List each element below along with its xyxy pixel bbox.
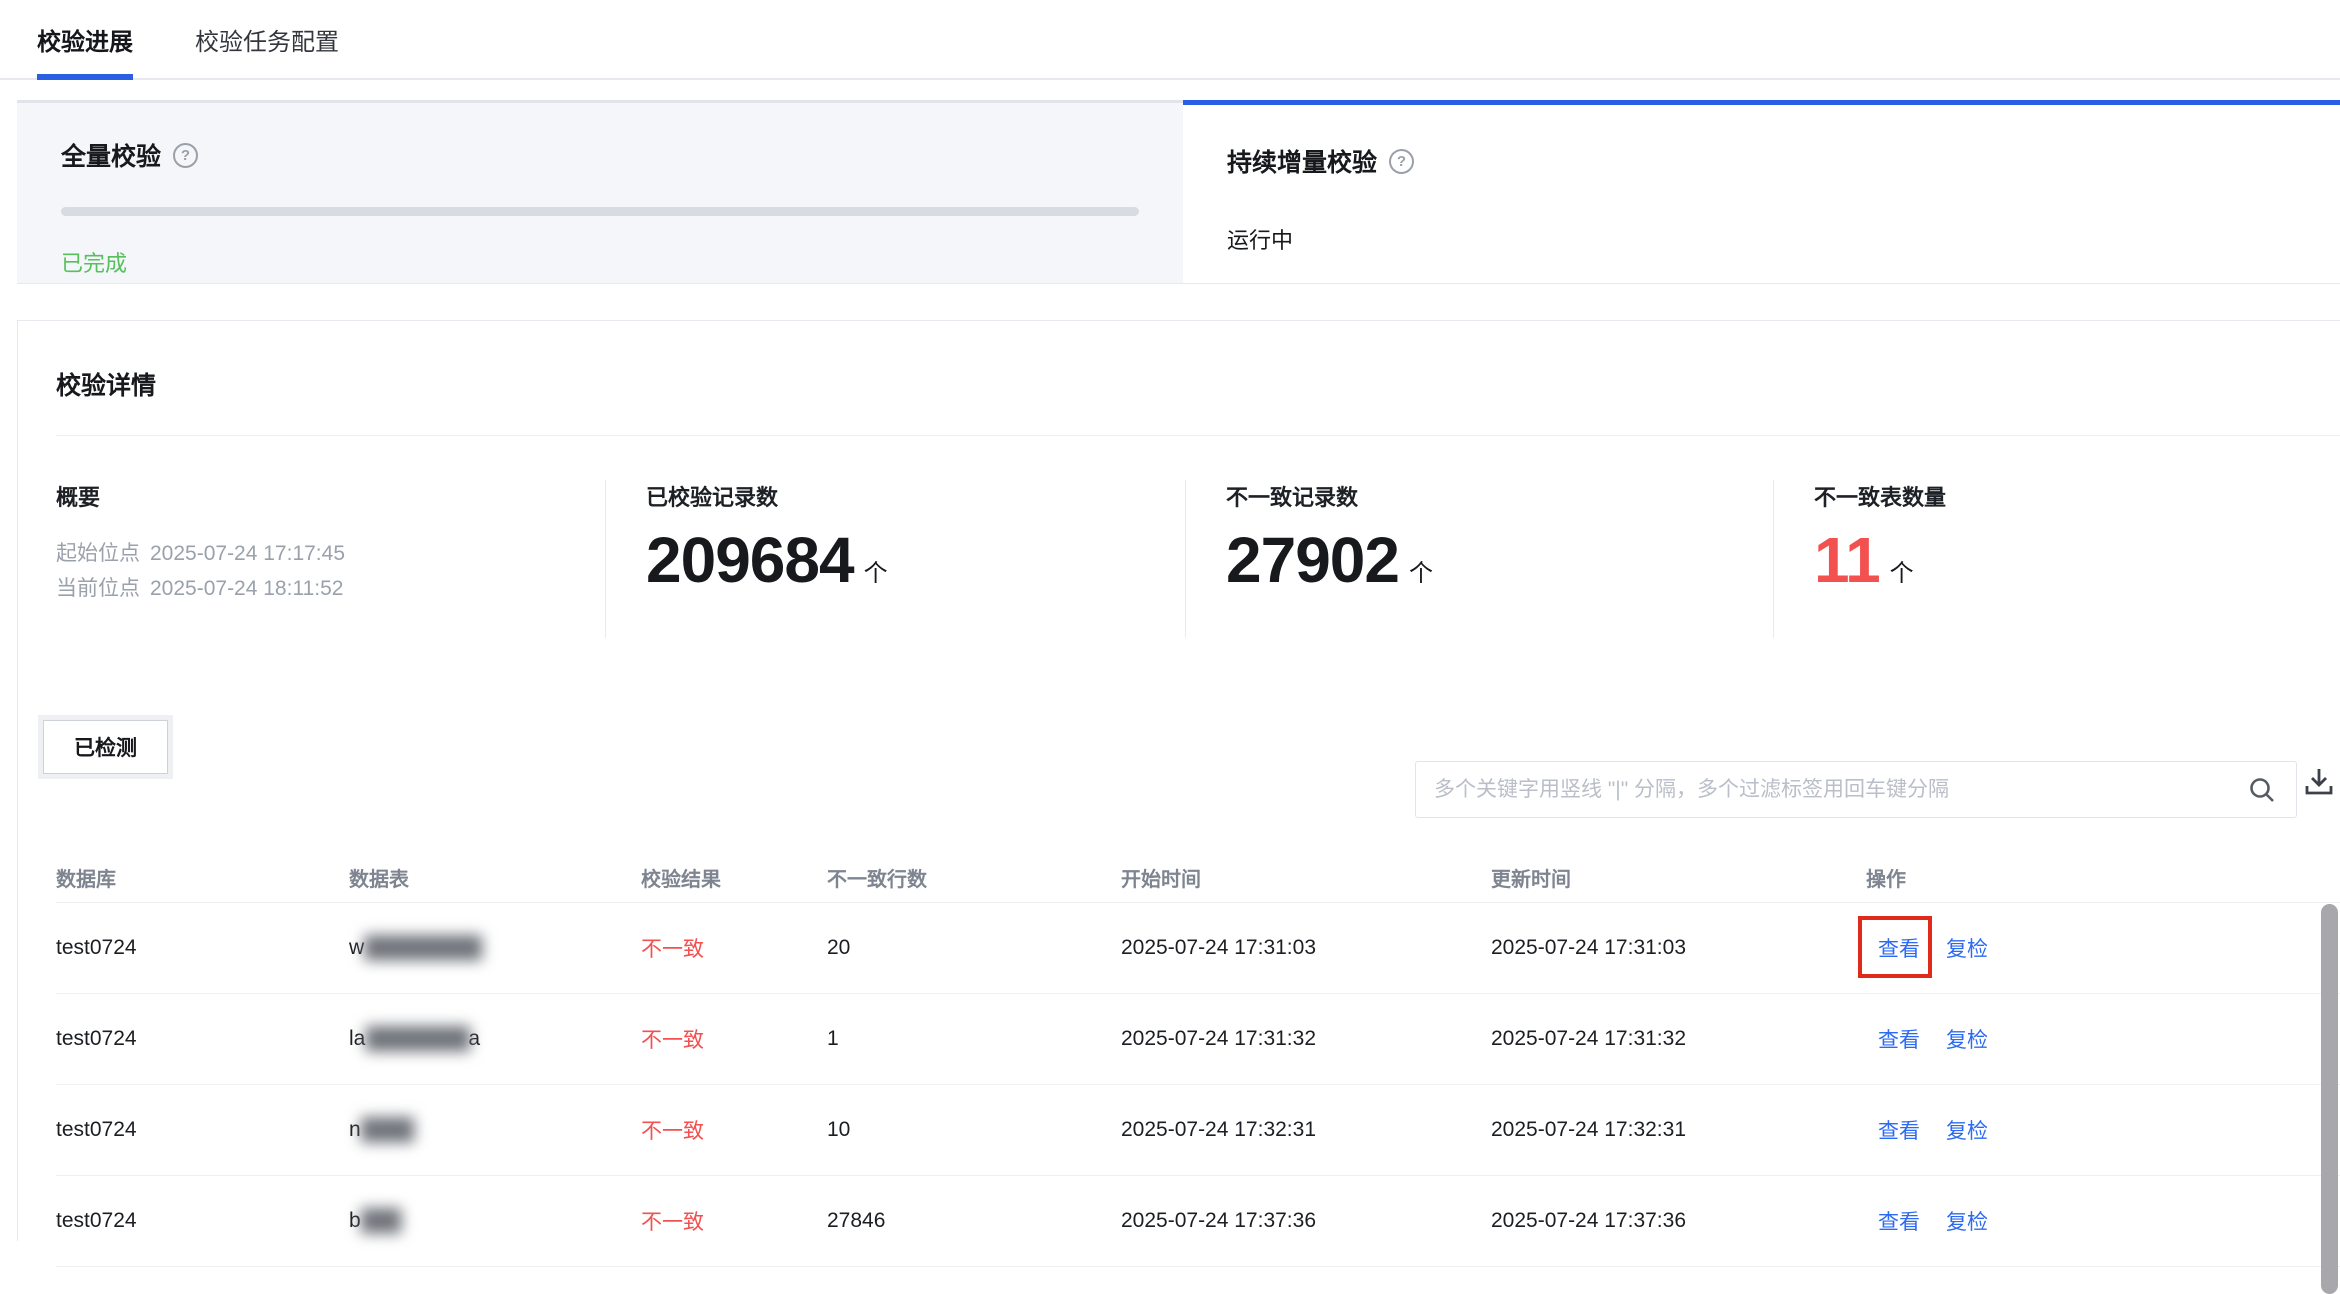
detail-separator [56,435,2340,436]
current-position-label: 当前位点 [56,577,140,600]
view-link[interactable]: 查看 [1878,1024,1920,1054]
col-table: 数据表 [349,863,641,892]
download-icon[interactable] [2302,765,2336,799]
cell-database: test0724 [56,936,349,960]
summary-label: 概要 [56,480,605,512]
help-icon[interactable]: ? [173,143,198,168]
filter-checked-button[interactable]: 已检测 [43,720,168,774]
cell-table-name: n████ [349,1118,641,1142]
cell-database: test0724 [56,1027,349,1051]
cell-result: 不一致 [641,933,827,963]
table-header-row: 数据库 数据表 校验结果 不一致行数 开始时间 更新时间 操作 [56,853,2340,903]
view-link[interactable]: 查看 [1878,933,1920,963]
help-icon[interactable]: ? [1389,149,1414,174]
col-database: 数据库 [56,863,349,892]
cell-update-time: 2025-07-24 17:37:36 [1491,1209,1866,1233]
stat-verified-records: 已校验记录数 209684 个 [606,480,1186,638]
current-position-value: 2025-07-24 18:11:52 [150,577,343,600]
verification-detail-card: 校验详情 概要 起始位点 2025-07-24 17:17:45 当前位点 2025… [17,320,2340,1241]
col-result: 校验结果 [641,863,827,892]
table-name-suffix: a [468,1027,480,1050]
cell-update-time: 2025-07-24 17:31:03 [1491,936,1866,960]
cell-inconsistent-rows: 27846 [827,1209,1121,1233]
full-verification-progress-bar [61,207,1139,216]
table-toolbar: 已检测 [18,715,2340,853]
cell-table-name: la████████a [349,1027,641,1051]
recheck-link[interactable]: 复检 [1946,933,1988,963]
inconsistent-records-unit: 个 [1409,553,1433,592]
inconsistent-tables-value: 11 [1814,528,1880,592]
stat-summary: 概要 起始位点 2025-07-24 17:17:45 当前位点 2025-07-2… [18,480,606,638]
current-position-line: 当前位点 2025-07-24 18:11:52 [56,571,605,606]
cell-database: test0724 [56,1209,349,1233]
cell-update-time: 2025-07-24 17:32:31 [1491,1118,1866,1142]
top-tab-bar: 校验进展 校验任务配置 [0,0,2340,80]
recheck-link[interactable]: 复检 [1946,1024,1988,1054]
start-position-label: 起始位点 [56,542,140,565]
stat-inconsistent-records: 不一致记录数 27902 个 [1186,480,1774,638]
cell-start-time: 2025-07-24 17:32:31 [1121,1118,1491,1142]
stat-inconsistent-tables: 不一致表数量 11 个 [1774,480,2340,638]
cell-result: 不一致 [641,1115,827,1145]
filter-tag-group: 已检测 [38,715,173,779]
table-name-redacted: █████████ [364,936,480,959]
table-name-redacted: ████████ [365,1027,468,1050]
full-verification-status: 已完成 [61,246,1139,278]
recheck-link[interactable]: 复检 [1946,1115,1988,1145]
inconsistent-tables-label: 不一致表数量 [1814,480,2340,512]
col-actions: 操作 [1866,863,2340,892]
table-row: test0724 b███ 不一致 27846 2025-07-24 17:37… [56,1176,2340,1267]
col-inconsistent-rows: 不一致行数 [827,863,1121,892]
table-row: test0724 w█████████ 不一致 20 2025-07-24 17… [56,903,2340,994]
verified-records-label: 已校验记录数 [646,480,1185,512]
cell-inconsistent-rows: 20 [827,936,1121,960]
cell-start-time: 2025-07-24 17:31:03 [1121,936,1491,960]
vertical-scrollbar[interactable] [2321,904,2338,1294]
stats-row: 概要 起始位点 2025-07-24 17:17:45 当前位点 2025-07-2… [18,480,2340,638]
col-update-time: 更新时间 [1491,863,1866,892]
col-start-time: 开始时间 [1121,863,1491,892]
results-table: 数据库 数据表 校验结果 不一致行数 开始时间 更新时间 操作 test0724… [18,853,2340,1267]
verify-panels: 全量校验 ? 已完成 持续增量校验 ? 运行中 [17,100,2340,284]
panel-incremental-verification[interactable]: 持续增量校验 ? 运行中 [1183,100,2340,283]
cell-table-name: w█████████ [349,936,641,960]
cell-result: 不一致 [641,1024,827,1054]
cell-database: test0724 [56,1118,349,1142]
table-row: test0724 n████ 不一致 10 2025-07-24 17:32:3… [56,1085,2340,1176]
tab-verify-progress[interactable]: 校验进展 [37,0,133,78]
cell-update-time: 2025-07-24 17:31:32 [1491,1027,1866,1051]
cell-start-time: 2025-07-24 17:31:32 [1121,1027,1491,1051]
view-link[interactable]: 查看 [1878,1115,1920,1145]
cell-inconsistent-rows: 10 [827,1118,1121,1142]
search-box[interactable] [1415,761,2297,818]
table-name-prefix: w [349,936,364,959]
start-position-value: 2025-07-24 17:17:45 [150,542,345,565]
table-name-redacted: ███ [361,1209,400,1232]
verified-records-value: 209684 [646,528,854,592]
cell-inconsistent-rows: 1 [827,1027,1121,1051]
table-row: test0724 la████████a 不一致 1 2025-07-24 17… [56,994,2340,1085]
table-name-redacted: ████ [361,1118,413,1141]
view-link[interactable]: 查看 [1878,1206,1920,1236]
incremental-verification-status: 运行中 [1227,223,2296,255]
inconsistent-tables-unit: 个 [1890,553,1914,592]
search-icon[interactable] [2246,774,2278,806]
panel-full-verification[interactable]: 全量校验 ? 已完成 [17,100,1183,283]
cell-result: 不一致 [641,1206,827,1236]
search-input[interactable] [1434,778,2246,802]
detail-section-title: 校验详情 [18,321,2340,401]
incremental-verification-title: 持续增量校验 [1227,143,1377,179]
inconsistent-records-label: 不一致记录数 [1226,480,1773,512]
tab-verify-task-config[interactable]: 校验任务配置 [195,0,339,78]
verified-records-unit: 个 [864,553,888,592]
inconsistent-records-value: 27902 [1226,528,1399,592]
table-name-prefix: la [349,1027,365,1050]
cell-table-name: b███ [349,1209,641,1233]
table-name-prefix: n [349,1118,361,1141]
table-name-prefix: b [349,1209,361,1232]
start-position-line: 起始位点 2025-07-24 17:17:45 [56,536,605,571]
full-verification-title: 全量校验 [61,137,161,173]
recheck-link[interactable]: 复检 [1946,1206,1988,1236]
cell-start-time: 2025-07-24 17:37:36 [1121,1209,1491,1233]
